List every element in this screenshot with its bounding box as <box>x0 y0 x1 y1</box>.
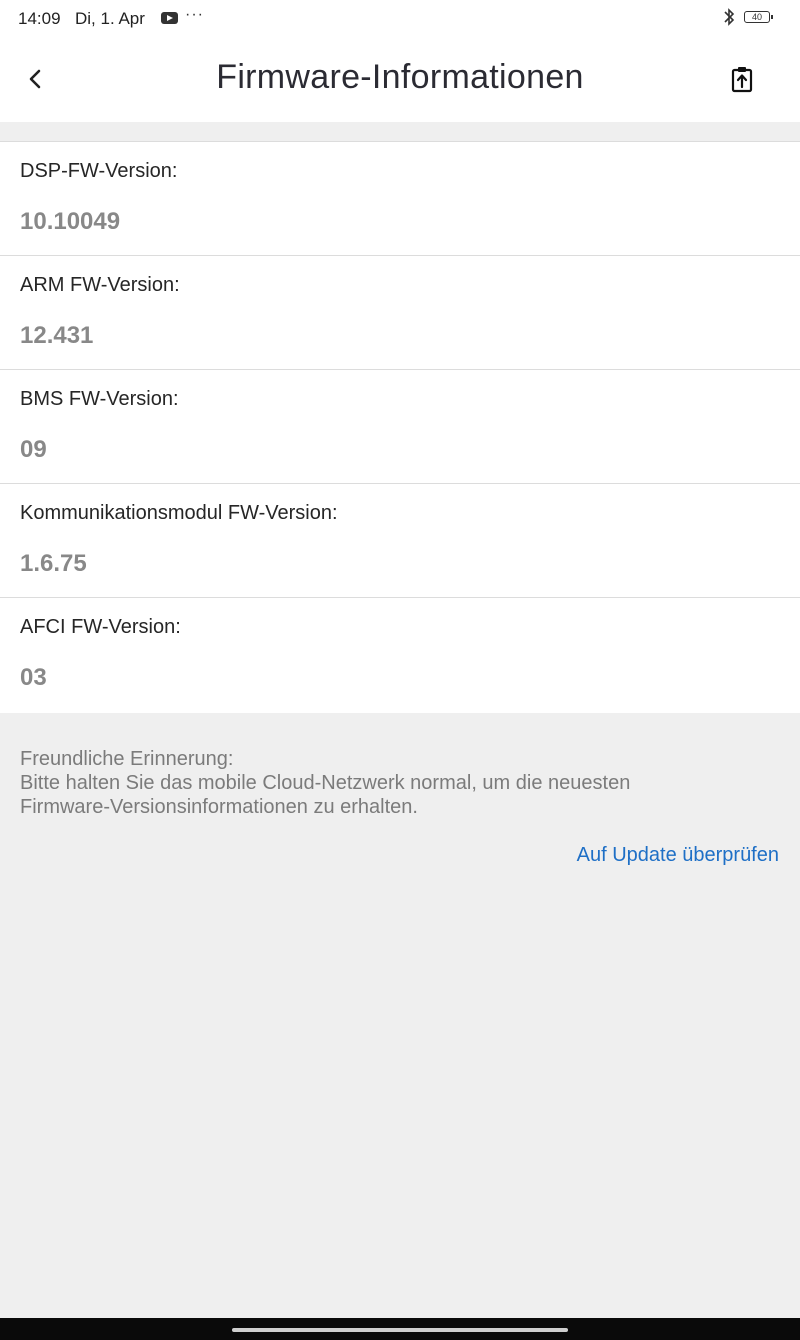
firmware-value: 03 <box>20 664 47 691</box>
firmware-list: DSP-FW-Version: 10.10049 ARM FW-Version:… <box>0 141 800 713</box>
reminder-body: Bitte halten Sie das mobile Cloud-Netzwe… <box>20 772 631 818</box>
firmware-value: 09 <box>20 436 47 463</box>
check-update-link[interactable]: Auf Update überprüfen <box>577 844 779 867</box>
firmware-row-dsp: DSP-FW-Version: 10.10049 <box>0 142 800 256</box>
system-nav-bar <box>0 1318 800 1340</box>
firmware-row-communication-module: Kommunikationsmodul FW-Version: 1.6.75 <box>0 484 800 598</box>
status-date: Di, 1. Apr <box>75 9 145 28</box>
firmware-label: BMS FW-Version: <box>20 388 179 410</box>
bluetooth-icon <box>722 6 736 33</box>
status-time: 14:09 <box>18 9 61 28</box>
gesture-handle[interactable] <box>232 1328 568 1332</box>
firmware-label: AFCI FW-Version: <box>20 616 181 638</box>
export-button[interactable] <box>726 62 758 96</box>
firmware-value: 12.431 <box>20 322 94 349</box>
battery-icon: 40 <box>744 11 773 23</box>
notification-overflow: ··· <box>185 6 204 23</box>
reminder-heading: Freundliche Erinnerung: <box>20 748 234 770</box>
firmware-value: 1.6.75 <box>20 550 87 577</box>
page-title: Firmware-Informationen <box>216 58 584 96</box>
app-header: Firmware-Informationen <box>0 38 800 122</box>
status-bar: 14:09 Di, 1. Apr ··· 40 <box>0 0 800 38</box>
reminder-notice: Freundliche Erinnerung: Bitte halten Sie… <box>20 747 780 819</box>
firmware-label: Kommunikationsmodul FW-Version: <box>20 502 338 524</box>
firmware-label: ARM FW-Version: <box>20 274 180 296</box>
firmware-label: DSP-FW-Version: <box>20 160 178 182</box>
youtube-icon <box>161 12 178 24</box>
firmware-value: 10.10049 <box>20 208 121 235</box>
firmware-row-bms: BMS FW-Version: 09 <box>0 370 800 484</box>
firmware-row-arm: ARM FW-Version: 12.431 <box>0 256 800 370</box>
clipboard-upload-icon <box>731 67 753 93</box>
firmware-row-afci: AFCI FW-Version: 03 <box>0 598 800 713</box>
